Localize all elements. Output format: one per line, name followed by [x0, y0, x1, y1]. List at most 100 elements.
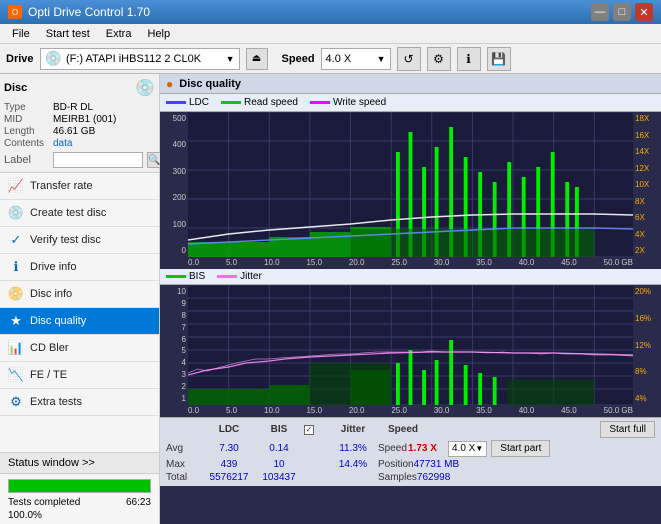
position-label: Position	[378, 459, 414, 470]
bis-header: BIS	[254, 424, 304, 435]
menu-file[interactable]: File	[4, 27, 38, 41]
transfer-rate-label: Transfer rate	[30, 180, 93, 192]
chart-1-wrapper: 500 400 300 200 100 0	[160, 112, 661, 257]
speed-dropdown[interactable]: 4.0 X ▼	[448, 441, 487, 457]
length-value: 46.61 GB	[53, 126, 95, 137]
sidebar-item-create-test-disc[interactable]: 💿 Create test disc	[0, 200, 159, 227]
save-button[interactable]: 💾	[487, 47, 511, 71]
sidebar-item-extra-tests[interactable]: ⚙ Extra tests	[0, 389, 159, 416]
drive-label: Drive	[6, 53, 34, 65]
minimize-button[interactable]: —	[591, 3, 609, 21]
contents-label: Contents	[4, 138, 49, 149]
drive-info-label: Drive info	[30, 261, 76, 273]
chart-header: ● Disc quality	[160, 74, 661, 94]
menu-start-test[interactable]: Start test	[38, 27, 98, 41]
start-full-button[interactable]: Start full	[600, 421, 655, 438]
cd-bler-label: CD Bler	[30, 342, 69, 354]
verify-test-disc-icon: ✓	[8, 232, 24, 248]
y-axis-right-1: 18X 16X 14X 12X 10X 8X 6X 4X 2X	[633, 112, 661, 257]
sidebar-item-disc-quality[interactable]: ★ Disc quality	[0, 308, 159, 335]
right-panel: ● Disc quality LDC Read speed Write spee…	[160, 74, 661, 524]
avg-speed: 1.73 X	[408, 443, 448, 454]
status-window-label: Status window >>	[8, 457, 95, 469]
elapsed-time: 66:23	[126, 497, 151, 508]
extra-tests-label: Extra tests	[30, 396, 82, 408]
transfer-rate-icon: 📈	[8, 178, 24, 194]
disc-title: Disc	[4, 82, 27, 94]
info-button[interactable]: ℹ	[457, 47, 481, 71]
speed-stat-label: Speed	[378, 443, 408, 454]
y-axis-left-2: 10 9 8 7 6 5 4 3 2 1	[160, 285, 188, 405]
avg-ldc: 7.30	[204, 443, 254, 454]
cd-bler-icon: 📊	[8, 340, 24, 356]
total-label: Total	[166, 472, 204, 483]
avg-bis: 0.14	[254, 443, 304, 454]
samples-label: Samples	[378, 472, 417, 483]
total-samples: 762998	[417, 472, 450, 483]
jitter-header: Jitter	[328, 424, 378, 435]
jitter-checkbox[interactable]: ✓	[304, 425, 314, 435]
mid-label: MID	[4, 114, 49, 125]
write-label: Write speed	[333, 97, 386, 108]
write-color-swatch	[310, 101, 330, 104]
legend-2: BIS Jitter	[160, 269, 661, 285]
bis-label: BIS	[189, 271, 205, 282]
sidebar-item-verify-test-disc[interactable]: ✓ Verify test disc	[0, 227, 159, 254]
sidebar-item-disc-info[interactable]: 📀 Disc info	[0, 281, 159, 308]
chart-2-svg	[188, 285, 633, 405]
disc-quality-icon: ★	[8, 313, 24, 329]
y-axis-right-2: 20% 16% 12% 8% 4%	[633, 285, 661, 405]
max-ldc: 439	[204, 459, 254, 470]
title-bar: O Opti Drive Control 1.70 — □ ✕	[0, 0, 661, 24]
type-value: BD-R DL	[53, 102, 93, 113]
speed-select[interactable]: 4.0 X ▼	[321, 48, 391, 70]
create-test-disc-icon: 💿	[8, 205, 24, 221]
verify-test-disc-label: Verify test disc	[30, 234, 101, 246]
legend-1: LDC Read speed Write speed	[160, 94, 661, 112]
start-part-button[interactable]: Start part	[491, 440, 550, 457]
label-label: Label	[4, 154, 49, 166]
label-input[interactable]	[53, 152, 143, 168]
progress-value: 100.0%	[8, 510, 42, 521]
y-axis-left-1: 500 400 300 200 100 0	[160, 112, 188, 257]
max-jitter: 14.4%	[328, 459, 378, 470]
stats-area: LDC BIS ✓ Jitter Speed Start full Avg 7.…	[160, 417, 661, 486]
sidebar-item-drive-info[interactable]: ℹ Drive info	[0, 254, 159, 281]
refresh-button[interactable]: ↺	[397, 47, 421, 71]
legend-read: Read speed	[221, 97, 298, 108]
chart-header-icon: ●	[166, 77, 173, 91]
drive-bar: Drive 💿 (F:) ATAPI iHBS112 2 CL0K ▼ ⏏ Sp…	[0, 44, 661, 74]
menu-bar: File Start test Extra Help	[0, 24, 661, 44]
max-label: Max	[166, 459, 204, 470]
disc-quality-label: Disc quality	[30, 315, 86, 327]
fe-te-label: FE / TE	[30, 369, 67, 381]
ldc-header: LDC	[204, 424, 254, 435]
progress-bar-container	[8, 479, 151, 493]
eject-button[interactable]: ⏏	[246, 48, 268, 70]
drive-value: (F:) ATAPI iHBS112 2 CL0K	[66, 53, 222, 65]
close-button[interactable]: ✕	[635, 3, 653, 21]
app-title: Opti Drive Control 1.70	[28, 5, 150, 19]
length-label: Length	[4, 126, 49, 137]
max-bis: 10	[254, 459, 304, 470]
avg-label: Avg	[166, 443, 204, 454]
settings-button[interactable]: ⚙	[427, 47, 451, 71]
read-color-swatch	[221, 101, 241, 104]
status-window-button[interactable]: Status window >>	[0, 453, 159, 474]
legend-jitter: Jitter	[217, 271, 262, 282]
maximize-button[interactable]: □	[613, 3, 631, 21]
progress-bar-fill	[9, 480, 150, 492]
bis-color-swatch	[166, 275, 186, 278]
legend-write: Write speed	[310, 97, 386, 108]
jitter-label: Jitter	[240, 271, 262, 282]
legend-bis: BIS	[166, 271, 205, 282]
sidebar-item-cd-bler[interactable]: 📊 CD Bler	[0, 335, 159, 362]
sidebar-item-fe-te[interactable]: 📉 FE / TE	[0, 362, 159, 389]
drive-select[interactable]: 💿 (F:) ATAPI iHBS112 2 CL0K ▼	[40, 48, 240, 70]
chart-1-svg	[188, 112, 633, 257]
menu-extra[interactable]: Extra	[98, 27, 140, 41]
disc-info-label: Disc info	[30, 288, 72, 300]
type-label: Type	[4, 102, 49, 113]
sidebar-item-transfer-rate[interactable]: 📈 Transfer rate	[0, 173, 159, 200]
menu-help[interactable]: Help	[139, 27, 178, 41]
